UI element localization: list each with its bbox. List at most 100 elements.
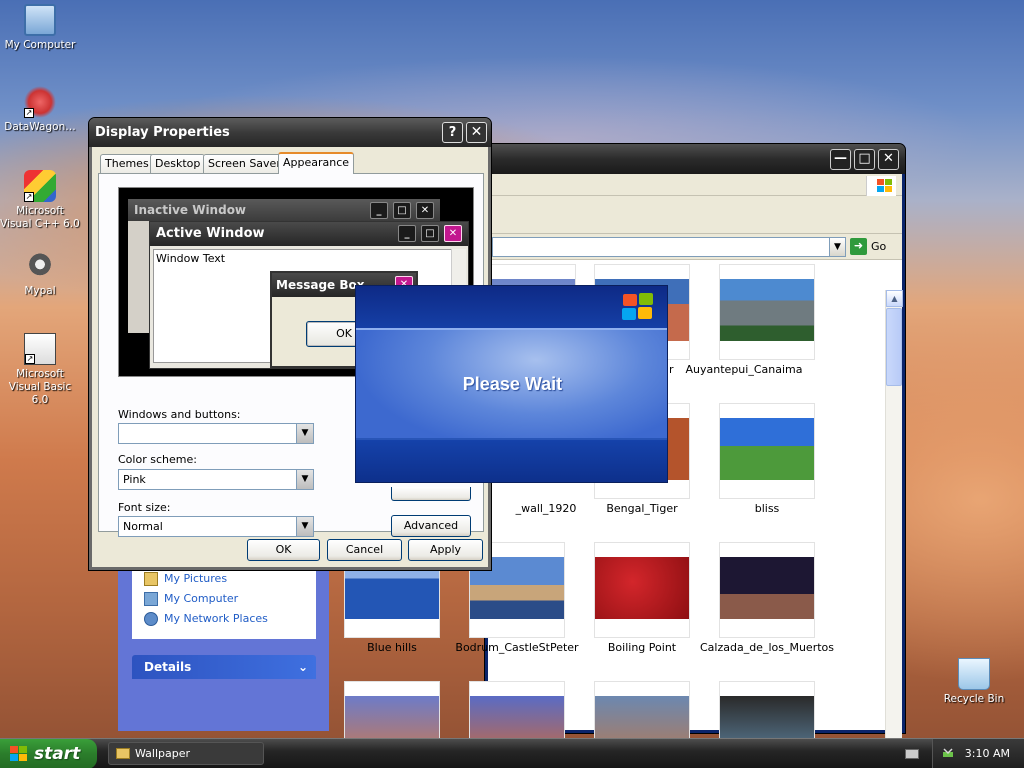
address-bar: ▼ ➜ Go — [488, 234, 902, 260]
desktop-icon-label: My Computer — [4, 39, 76, 51]
start-button[interactable]: start — [0, 739, 97, 768]
vertical-scrollbar[interactable]: ▲ ▼ — [885, 290, 903, 760]
link-my-pictures[interactable]: My Pictures — [144, 571, 227, 587]
link-my-network-places[interactable]: My Network Places — [144, 611, 268, 627]
active-window-title: Active Window — [156, 226, 265, 241]
explorer-task-pane: My Pictures My Computer My Network Place… — [118, 567, 329, 731]
message-box-title: Message Box — [276, 278, 365, 292]
splash-top-band — [356, 286, 667, 328]
ok-button[interactable]: OK — [247, 539, 320, 561]
go-label: Go — [871, 240, 887, 253]
effects-button[interactable] — [391, 487, 471, 501]
my-computer-icon — [144, 592, 158, 606]
chevron-down-icon[interactable]: ▼ — [296, 517, 313, 536]
scrollbar-thumb[interactable] — [886, 308, 902, 386]
desktop-icon-visual-basic[interactable]: ↗ Microsoft Visual Basic 6.0 — [0, 333, 80, 407]
shortcut-arrow-icon: ↗ — [25, 354, 35, 364]
chevron-down-icon: ⌄ — [297, 660, 308, 674]
link-label: My Computer — [164, 592, 239, 605]
help-button[interactable]: ? — [442, 122, 463, 143]
chevron-down-icon[interactable]: ▼ — [296, 470, 313, 489]
go-arrow-icon: ➜ — [850, 238, 867, 255]
desktop-icon-my-computer[interactable]: My Computer — [0, 4, 80, 52]
my-pictures-icon — [144, 572, 158, 586]
windows-logo-icon — [10, 746, 27, 761]
color-scheme-label: Color scheme: — [118, 453, 197, 466]
windows-buttons-select[interactable]: ▼ — [118, 423, 314, 444]
link-my-computer[interactable]: My Computer — [144, 591, 238, 607]
address-input[interactable]: ▼ — [492, 237, 846, 257]
windows-logo-icon — [866, 176, 896, 196]
font-size-value: Normal — [123, 520, 163, 533]
color-scheme-select[interactable]: Pink ▼ — [118, 469, 314, 490]
other-places-box: My Pictures My Computer My Network Place… — [132, 567, 316, 639]
clock[interactable]: 3:10 AM — [965, 739, 1010, 768]
details-panel-header[interactable]: Details ⌄ — [132, 655, 316, 679]
safely-remove-hardware-icon[interactable] — [941, 747, 955, 761]
minimize-button[interactable]: — — [830, 149, 851, 170]
desktop-icon-mypal[interactable]: Mypal — [0, 250, 80, 298]
details-label: Details — [144, 660, 192, 674]
desktop-icon-label: DataWagon… — [4, 121, 76, 133]
dialog-titlebar[interactable]: Display Properties ? ✕ — [89, 118, 491, 147]
close-button[interactable]: ✕ — [878, 149, 899, 170]
shortcut-arrow-icon: ↗ — [24, 108, 34, 118]
apply-button[interactable]: Apply — [408, 539, 483, 561]
tab-desktop[interactable]: Desktop — [150, 154, 206, 173]
minimize-icon: _ — [370, 202, 388, 219]
font-size-select[interactable]: Normal ▼ — [118, 516, 314, 537]
menu-bar — [488, 174, 902, 196]
system-tray: 3:10 AM — [932, 739, 1024, 768]
shortcut-arrow-icon: ↗ — [24, 192, 34, 202]
maximize-button[interactable]: □ — [854, 149, 875, 170]
taskbar-item-wallpaper[interactable]: Wallpaper — [108, 742, 264, 765]
thumbnail-bliss[interactable] — [719, 403, 815, 499]
desktop-icon-datawagon[interactable]: ↗ DataWagon… — [0, 86, 80, 134]
scroll-up-icon[interactable]: ▲ — [886, 290, 903, 307]
datawagon-icon: ↗ — [24, 86, 56, 118]
font-size-label: Font size: — [118, 501, 171, 514]
taskbar-item-label: Wallpaper — [135, 747, 191, 760]
cancel-button[interactable]: Cancel — [327, 539, 402, 561]
desktop-icon-recycle-bin[interactable]: Recycle Bin — [934, 658, 1014, 706]
advanced-button[interactable]: Advanced — [391, 515, 471, 537]
dialog-title: Display Properties — [95, 125, 230, 140]
desktop-icon-label: Recycle Bin — [943, 693, 1005, 705]
close-button[interactable]: ✕ — [466, 122, 487, 143]
maximize-icon: □ — [421, 225, 439, 242]
please-wait-splash: Please Wait — [355, 285, 668, 483]
windows-buttons-label: Windows and buttons: — [118, 408, 241, 421]
color-scheme-value: Pink — [123, 473, 146, 486]
thumbnail-label: Calzada_de_los_Muertos — [699, 641, 834, 654]
my-computer-icon — [24, 4, 56, 36]
tab-screen-saver[interactable]: Screen Saver — [203, 154, 286, 173]
start-label: start — [34, 744, 81, 764]
preview-active-titlebar: Active Window _ □ ✕ — [150, 222, 468, 246]
thumbnail-auyantepui[interactable] — [719, 264, 815, 360]
mypal-icon — [24, 250, 56, 282]
thumbnail-boiling-point[interactable] — [594, 542, 690, 638]
visual-basic-icon: ↗ — [24, 333, 56, 365]
desktop-icon-label: Microsoft Visual C++ 6.0 — [0, 205, 80, 230]
windows-logo-icon — [621, 292, 655, 322]
preview-inactive-titlebar: Inactive Window _ □ ✕ — [128, 199, 440, 221]
taskbar: start Wallpaper 3:10 AM — [0, 738, 1024, 768]
minimize-icon: _ — [398, 225, 416, 242]
link-label: My Pictures — [164, 572, 228, 585]
recycle-bin-icon — [958, 658, 990, 690]
visual-cpp-icon: ↗ — [24, 170, 56, 202]
chevron-down-icon[interactable]: ▼ — [829, 238, 845, 256]
go-button[interactable]: ➜ Go — [850, 238, 900, 256]
keyboard-icon[interactable] — [905, 749, 919, 759]
tab-themes[interactable]: Themes — [100, 154, 154, 173]
please-wait-text: Please Wait — [462, 374, 563, 394]
splash-bottom-band — [356, 440, 667, 482]
desktop-icon-label: Mypal — [24, 285, 56, 297]
desktop-icon-visual-cpp[interactable]: ↗ Microsoft Visual C++ 6.0 — [0, 170, 80, 231]
inactive-window-title: Inactive Window — [134, 203, 247, 217]
thumbnail-label: bliss — [754, 502, 780, 515]
tab-appearance[interactable]: Appearance — [278, 152, 355, 174]
chevron-down-icon[interactable]: ▼ — [296, 424, 313, 443]
thumbnail-calzada[interactable] — [719, 542, 815, 638]
explorer-titlebar[interactable]: — □ ✕ — [485, 144, 905, 174]
